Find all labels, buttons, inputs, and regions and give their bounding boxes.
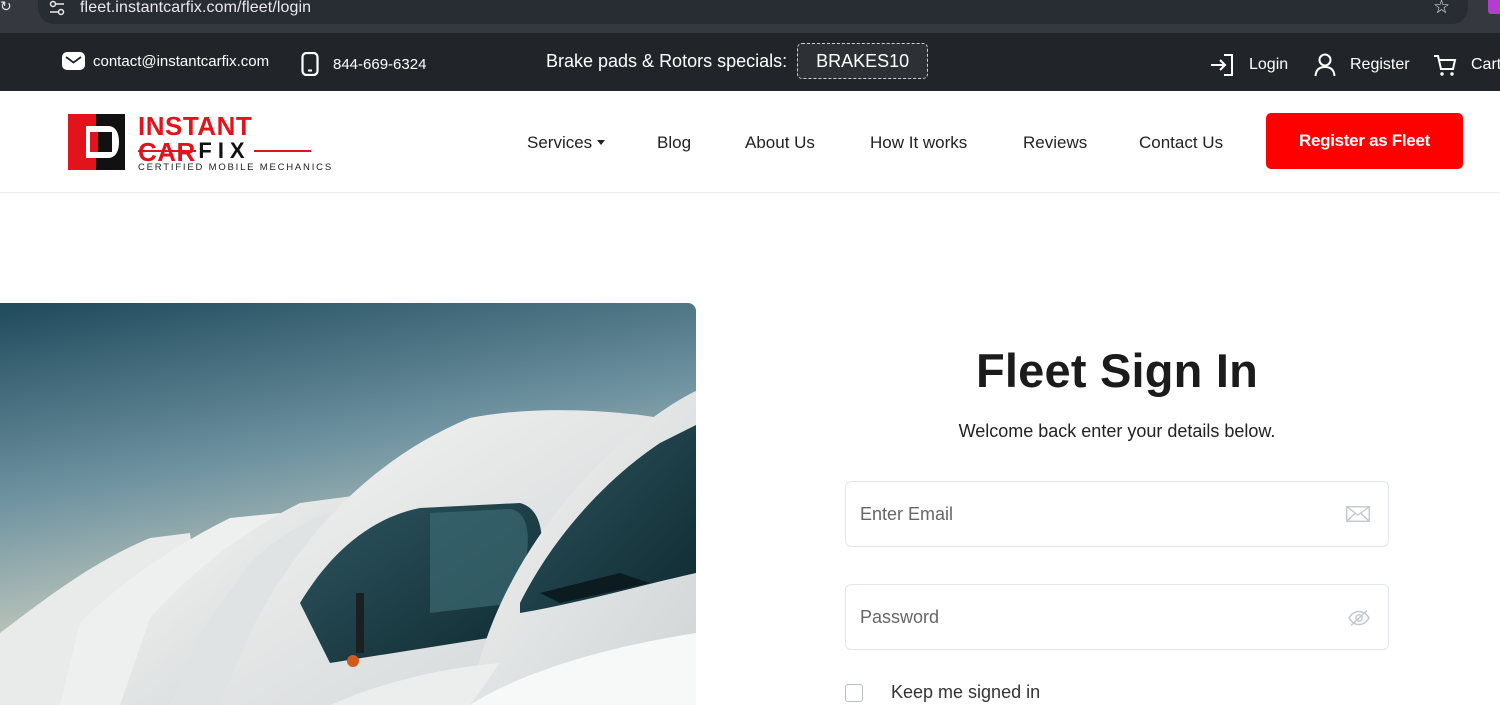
cart-label: Cart <box>1471 56 1500 73</box>
nav-item-reviews[interactable]: Reviews <box>1023 133 1087 153</box>
login-link[interactable]: Login <box>1210 53 1288 77</box>
contact-phone[interactable]: 844-669-6324 <box>301 52 426 76</box>
extension-icon[interactable] <box>1488 0 1500 14</box>
keep-signed-in[interactable]: Keep me signed in <box>845 682 1040 703</box>
contact-email-text: contact@instantcarfix.com <box>93 52 270 70</box>
nav-item-label: Services <box>527 133 593 152</box>
reload-icon[interactable]: ↻ <box>0 0 18 14</box>
logo-mark-icon <box>68 114 125 170</box>
logo-fix-row: FIX <box>138 138 311 163</box>
nav-item-blog[interactable]: Blog <box>657 133 691 153</box>
contact-email[interactable]: contact@instantcarfix.com <box>62 52 269 70</box>
password-input[interactable] <box>846 585 1388 649</box>
top-info-bar: contact@instantcarfix.com 844-669-6324 B… <box>0 33 1500 91</box>
url-text[interactable]: fleet.instantcarfix.com/fleet/login <box>80 0 311 17</box>
promo-label: Brake pads & Rotors specials: <box>546 50 788 71</box>
nav-item-services[interactable]: Services <box>527 133 606 153</box>
envelope-icon <box>1346 506 1370 522</box>
bookmark-star-icon[interactable]: ☆ <box>1433 0 1450 19</box>
register-link[interactable]: Register <box>1314 53 1410 77</box>
login-label: Login <box>1249 56 1289 73</box>
nav-item-contact-us[interactable]: Contact Us <box>1139 133 1223 153</box>
site-logo[interactable]: INSTANT CAR FIX CERTIFIED MOBILE MECHANI… <box>68 113 331 173</box>
logo-fix: FIX <box>198 138 251 163</box>
keep-signed-in-label[interactable]: Keep me signed in <box>891 682 1040 703</box>
fleet-vans-image <box>0 303 696 705</box>
email-field[interactable] <box>845 481 1389 547</box>
main-navbar: INSTANT CAR FIX CERTIFIED MOBILE MECHANI… <box>0 91 1500 193</box>
register-as-fleet-button[interactable]: Register as Fleet <box>1266 113 1463 169</box>
contact-phone-text: 844-669-6324 <box>333 55 427 73</box>
signin-subtitle: Welcome back enter your details below. <box>958 421 1276 441</box>
address-bar[interactable]: fleet.instantcarfix.com/fleet/login ☆ <box>38 0 1468 24</box>
browser-toolbar: ↻ fleet.instantcarfix.com/fleet/login ☆ <box>0 0 1500 33</box>
caret-down-icon <box>597 140 606 145</box>
eye-slash-icon[interactable] <box>1348 609 1370 627</box>
register-label: Register <box>1350 56 1410 73</box>
signin-title: Fleet Sign In <box>975 344 1258 397</box>
logo-tagline: CERTIFIED MOBILE MECHANICS <box>138 162 333 173</box>
login-icon <box>1211 54 1233 76</box>
password-field[interactable] <box>845 584 1389 650</box>
keep-signed-in-checkbox[interactable] <box>845 683 863 702</box>
mail-icon <box>62 52 85 70</box>
cart-icon <box>1434 55 1457 76</box>
promo-code[interactable]: BRAKES10 <box>797 43 929 79</box>
email-input[interactable] <box>846 482 1388 546</box>
cart-link[interactable]: Cart <box>1433 53 1500 77</box>
site-settings-icon[interactable] <box>48 0 66 16</box>
nav-item-how-it-works[interactable]: How It works <box>870 133 967 153</box>
promo-banner: Brake pads & Rotors specials: BRAKES10 <box>546 43 929 79</box>
mobile-phone-icon <box>301 52 319 76</box>
nav-item-about-us[interactable]: About Us <box>745 133 815 153</box>
user-icon <box>1314 53 1336 77</box>
